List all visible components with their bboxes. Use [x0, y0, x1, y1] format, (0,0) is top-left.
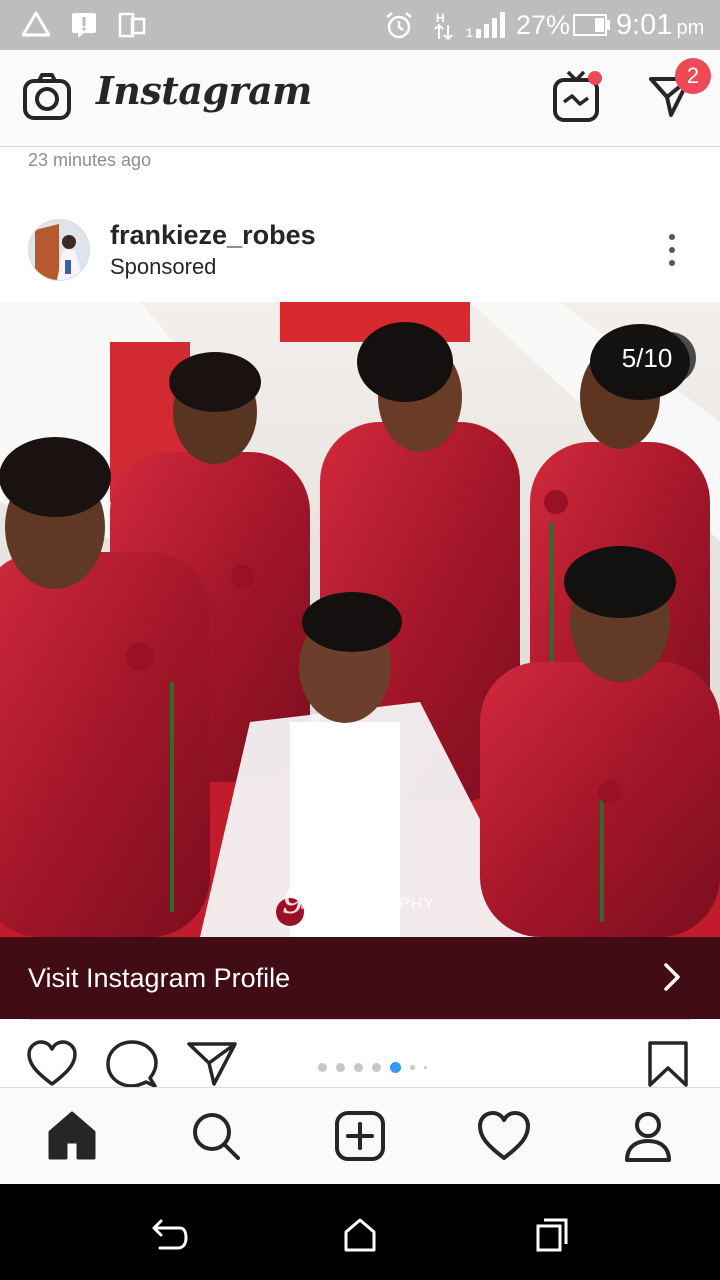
profile-icon[interactable] — [620, 1108, 676, 1164]
alarm-clock-icon — [386, 12, 412, 39]
carousel-dot — [336, 1063, 345, 1073]
avatar[interactable] — [28, 219, 90, 281]
bottom-tab-bar — [0, 1087, 720, 1184]
sponsored-label: Sponsored — [110, 254, 217, 279]
battery-icon — [573, 14, 610, 36]
bookmark-icon[interactable] — [646, 1040, 690, 1088]
divider — [28, 1019, 692, 1020]
post-photo[interactable]: 5/10 glintz PHOTOGRAPHY — [0, 302, 720, 937]
alert-message-icon — [72, 13, 96, 38]
data-arrows-icon: H — [434, 11, 453, 41]
carousel-dot — [354, 1063, 363, 1073]
clock-ampm: pm — [676, 17, 705, 39]
app-header: Instagram 2 — [0, 50, 720, 147]
cta-label: Visit Instagram Profile — [28, 963, 291, 993]
home-icon[interactable] — [44, 1108, 100, 1164]
svg-text:1: 1 — [466, 26, 473, 39]
instagram-logo: Instagram — [96, 68, 312, 113]
more-options-button[interactable] — [660, 230, 684, 270]
bridal-party-photo — [0, 302, 720, 937]
avatar-photo — [29, 220, 89, 280]
carousel-counter: 5/10 — [598, 332, 696, 384]
android-navigation-bar — [0, 1184, 720, 1280]
new-post-icon[interactable] — [332, 1108, 388, 1164]
igtv-icon[interactable] — [552, 70, 604, 124]
carousel-indicator — [318, 1059, 436, 1074]
post-username[interactable]: frankieze_robes — [110, 220, 316, 251]
clock-time: 9:01 — [616, 9, 673, 41]
comment-icon[interactable] — [106, 1040, 158, 1090]
previous-post-timestamp: 23 minutes ago — [28, 150, 152, 170]
warning-triangle-icon — [22, 11, 50, 37]
share-icon[interactable] — [186, 1040, 238, 1088]
more-dot — [669, 234, 675, 240]
home-icon[interactable] — [340, 1214, 380, 1254]
direct-badge: 2 — [675, 58, 711, 94]
carousel-dot — [318, 1063, 327, 1073]
chevron-right-icon — [664, 963, 680, 991]
carousel-dot — [372, 1063, 381, 1073]
signal-icon: 1 — [466, 12, 505, 39]
svg-text:H: H — [436, 11, 445, 25]
search-icon[interactable] — [188, 1108, 244, 1164]
visit-profile-cta[interactable]: Visit Instagram Profile — [0, 937, 720, 1019]
carousel-dot — [410, 1065, 415, 1071]
status-bar: H 1 27% 9:01 pm — [0, 0, 720, 50]
more-dot — [669, 260, 675, 266]
carousel-dot — [424, 1066, 427, 1070]
like-heart-icon[interactable] — [26, 1040, 78, 1088]
photo-watermark-subtitle: PHOTOGRAPHY — [300, 896, 436, 913]
battery-percentage: 27% — [516, 10, 571, 40]
activity-heart-icon[interactable] — [476, 1108, 532, 1164]
clock: 9:01 pm — [616, 9, 704, 42]
dual-screen-icon — [118, 12, 146, 38]
back-icon[interactable] — [148, 1214, 188, 1254]
camera-icon[interactable] — [22, 72, 72, 122]
carousel-dot-active — [390, 1062, 401, 1074]
recents-icon[interactable] — [532, 1214, 572, 1254]
more-dot — [669, 247, 675, 253]
